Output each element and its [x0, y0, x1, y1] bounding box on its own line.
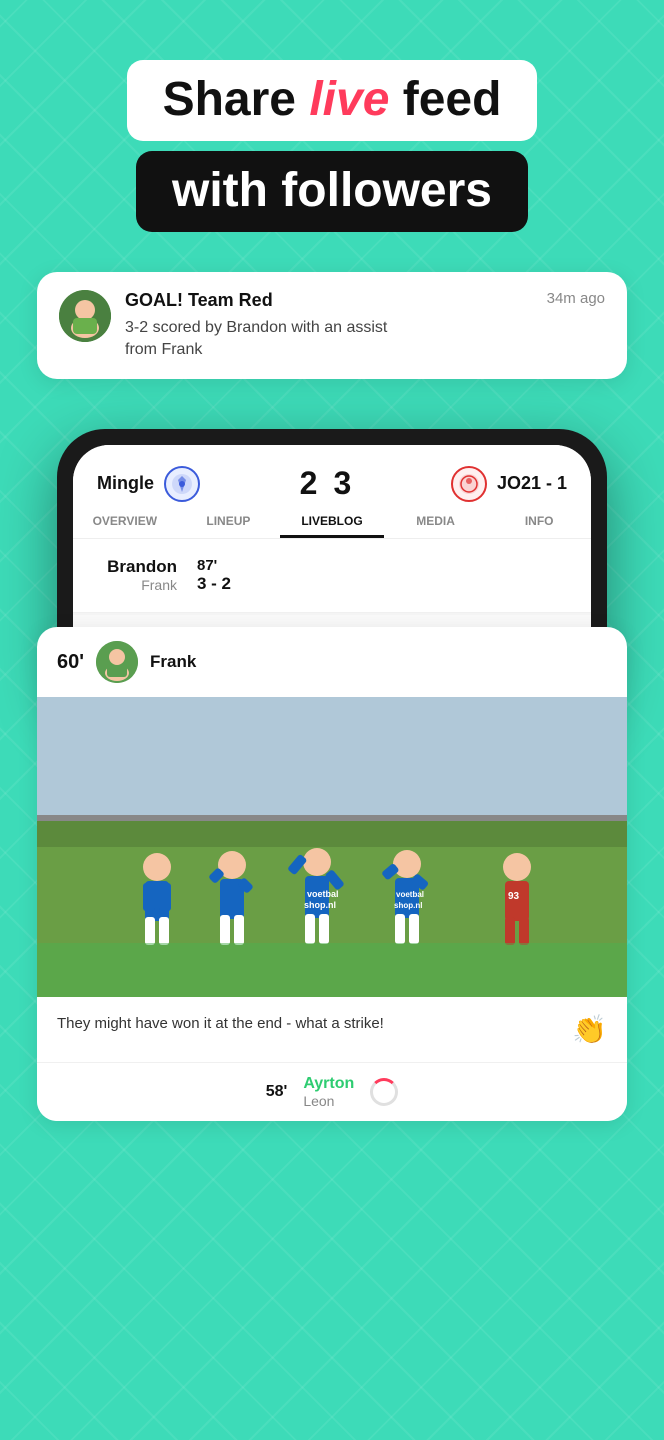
- loading-spinner: [370, 1078, 398, 1106]
- next-assist-name: Leon: [303, 1093, 334, 1109]
- feed-caption: They might have won it at the end - what…: [37, 997, 627, 1062]
- feed-avatar: [96, 641, 138, 683]
- next-player-info: Ayrton Leon: [303, 1075, 354, 1109]
- tab-liveblog[interactable]: LIVEBLOG: [280, 514, 384, 538]
- notification-header: GOAL! Team Red 34m ago: [125, 290, 605, 311]
- entry-score-1: 3 - 2: [197, 574, 567, 594]
- score-display: 2 3: [300, 465, 352, 502]
- feed-header: 60' Frank: [37, 627, 627, 697]
- next-entry: 58' Ayrton Leon: [37, 1062, 627, 1121]
- avatar-image: [59, 290, 111, 342]
- team-right: JO21 - 1: [451, 466, 567, 502]
- notification-body: 3-2 scored by Brandon with an assist fro…: [125, 317, 605, 362]
- avatar: [59, 290, 111, 342]
- next-minute: 58': [266, 1083, 288, 1101]
- hero-suffix: feed: [389, 73, 501, 126]
- caption-text: They might have won it at the end - what…: [57, 1013, 572, 1036]
- assist-name-1: Frank: [97, 577, 177, 593]
- notification-card: GOAL! Team Red 34m ago 3-2 scored by Bra…: [37, 272, 627, 380]
- hero-line1: Share live feed: [127, 60, 538, 141]
- liveblog-entry-1: Brandon Frank 87' 3 - 2: [73, 539, 591, 613]
- entry-left-1: Brandon Frank: [97, 557, 197, 593]
- next-player-name: Ayrton: [303, 1075, 354, 1093]
- team-right-name: JO21 - 1: [497, 473, 567, 494]
- notification-content: GOAL! Team Red 34m ago 3-2 scored by Bra…: [125, 290, 605, 362]
- entry-minute-1: 87': [197, 557, 567, 574]
- entry-right-1: 87' 3 - 2: [197, 557, 567, 594]
- tab-media[interactable]: MEDIA: [384, 514, 488, 538]
- soccer-scene-svg: voetbal shop.nl voetbal shop.nl 9: [37, 697, 627, 997]
- hero-line2: with followers: [136, 151, 528, 232]
- svg-text:voetbal: voetbal: [307, 889, 339, 899]
- match-header: Mingle 2 3: [73, 445, 591, 502]
- svg-text:shop.nl: shop.nl: [394, 901, 422, 910]
- notif-body-line1: 3-2 scored by Brandon with an assist: [125, 319, 387, 336]
- tab-info[interactable]: INFO: [487, 514, 591, 538]
- tab-overview[interactable]: OVERVIEW: [73, 514, 177, 538]
- tab-bar: OVERVIEW LINEUP LIVEBLOG MEDIA INFO: [73, 502, 591, 539]
- tab-lineup[interactable]: LINEUP: [177, 514, 281, 538]
- svg-text:shop.nl: shop.nl: [304, 900, 336, 910]
- team-right-badge: [451, 466, 487, 502]
- player-name-1: Brandon: [97, 557, 177, 577]
- notification-title: GOAL! Team Red: [125, 290, 273, 311]
- svg-text:93: 93: [508, 891, 520, 902]
- team-left-badge: [164, 466, 200, 502]
- clap-icon: 👏: [572, 1013, 607, 1046]
- hero-prefix: Share: [163, 73, 310, 126]
- score-right: 3: [333, 465, 351, 502]
- hero-live: live: [309, 73, 389, 126]
- svg-text:voetbal: voetbal: [396, 890, 424, 899]
- notif-body-line2: from Frank: [125, 341, 202, 358]
- notification-time: 34m ago: [547, 290, 605, 307]
- feed-image: voetbal shop.nl voetbal shop.nl 9: [37, 697, 627, 997]
- hero-section: Share live feed with followers: [127, 60, 538, 232]
- score-left: 2: [300, 465, 318, 502]
- feed-minute: 60': [57, 651, 84, 674]
- feed-player-name: Frank: [150, 652, 196, 672]
- live-feed-card: 60' Frank: [37, 627, 627, 1121]
- team-left-name: Mingle: [97, 473, 154, 494]
- team-left: Mingle: [97, 466, 200, 502]
